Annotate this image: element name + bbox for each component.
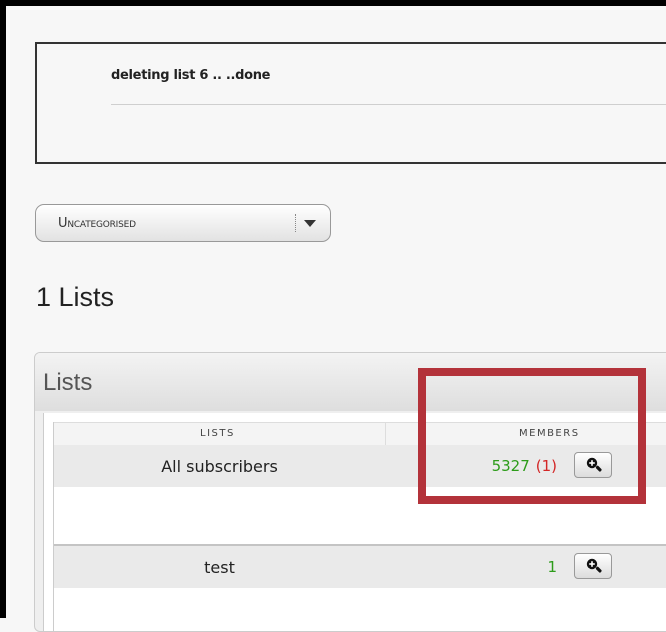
status-message-divider — [111, 104, 666, 105]
status-message-box: deleting list 6 .. ..done — [35, 42, 666, 164]
zoom-in-magnifier-icon — [586, 558, 602, 573]
highlight-annotation-box — [418, 368, 646, 504]
lists-panel-title: Lists — [43, 369, 93, 396]
column-header-lists[interactable]: LISTS — [200, 428, 235, 439]
column-divider — [385, 423, 386, 445]
list-name[interactable]: test — [54, 558, 385, 577]
view-members-button[interactable] — [574, 553, 612, 579]
list-name[interactable]: All subscribers — [54, 457, 385, 476]
category-select-separator — [295, 214, 296, 232]
member-count-cell: 1 — [547, 558, 557, 576]
status-message-text: deleting list 6 .. ..done — [111, 68, 271, 83]
table-row: test 1 — [54, 544, 666, 588]
member-count: 1 — [547, 558, 557, 576]
list-count-heading: 1 Lists — [36, 282, 115, 312]
category-select-value: Uncategorised — [58, 216, 136, 231]
chevron-down-icon[interactable] — [304, 220, 316, 227]
category-select[interactable]: Uncategorised — [35, 204, 331, 242]
